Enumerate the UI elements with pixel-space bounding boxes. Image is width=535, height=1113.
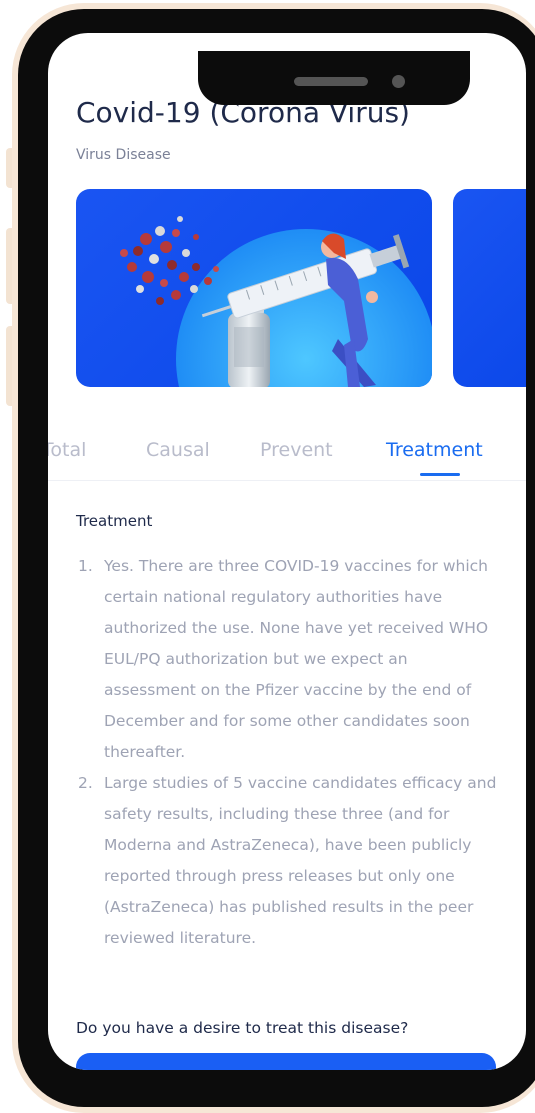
- list-item-text: Yes. There are three COVID-19 vaccines f…: [104, 557, 489, 761]
- active-tab-indicator: [420, 473, 460, 476]
- phone-screen: Covid-19 (Corona Virus) Virus Disease ot…: [48, 33, 526, 1070]
- tab-bar: Total Causal Prevent Treatment: [48, 429, 526, 479]
- list-item-number: 1.: [78, 557, 93, 575]
- tab-total[interactable]: Total: [48, 439, 86, 461]
- list-item-number: 2.: [78, 774, 93, 792]
- section-heading: Treatment: [76, 512, 153, 530]
- list-item-text: Large studies of 5 vaccine candidates ef…: [104, 774, 497, 947]
- notch: [198, 51, 470, 105]
- next-illustration-card[interactable]: [453, 189, 526, 387]
- vaccine-illustration-card[interactable]: [76, 189, 432, 387]
- tab-divider: [48, 480, 526, 481]
- tab-prevent[interactable]: Prevent: [260, 439, 333, 461]
- tab-treatment[interactable]: Treatment: [386, 439, 483, 461]
- syringe-illustration: [120, 216, 432, 387]
- tab-causal[interactable]: Causal: [146, 439, 210, 461]
- treat-question: Do you have a desire to treat this disea…: [76, 1019, 409, 1037]
- front-camera: [392, 75, 405, 88]
- treatment-list: 1. Yes. There are three COVID-19 vaccine…: [78, 551, 498, 954]
- list-item: 2. Large studies of 5 vaccine candidates…: [78, 768, 498, 954]
- list-item: 1. Yes. There are three COVID-19 vaccine…: [78, 551, 498, 768]
- treat-button[interactable]: [76, 1053, 496, 1070]
- speaker-grille: [294, 77, 368, 86]
- page-subtitle: Virus Disease: [76, 147, 171, 163]
